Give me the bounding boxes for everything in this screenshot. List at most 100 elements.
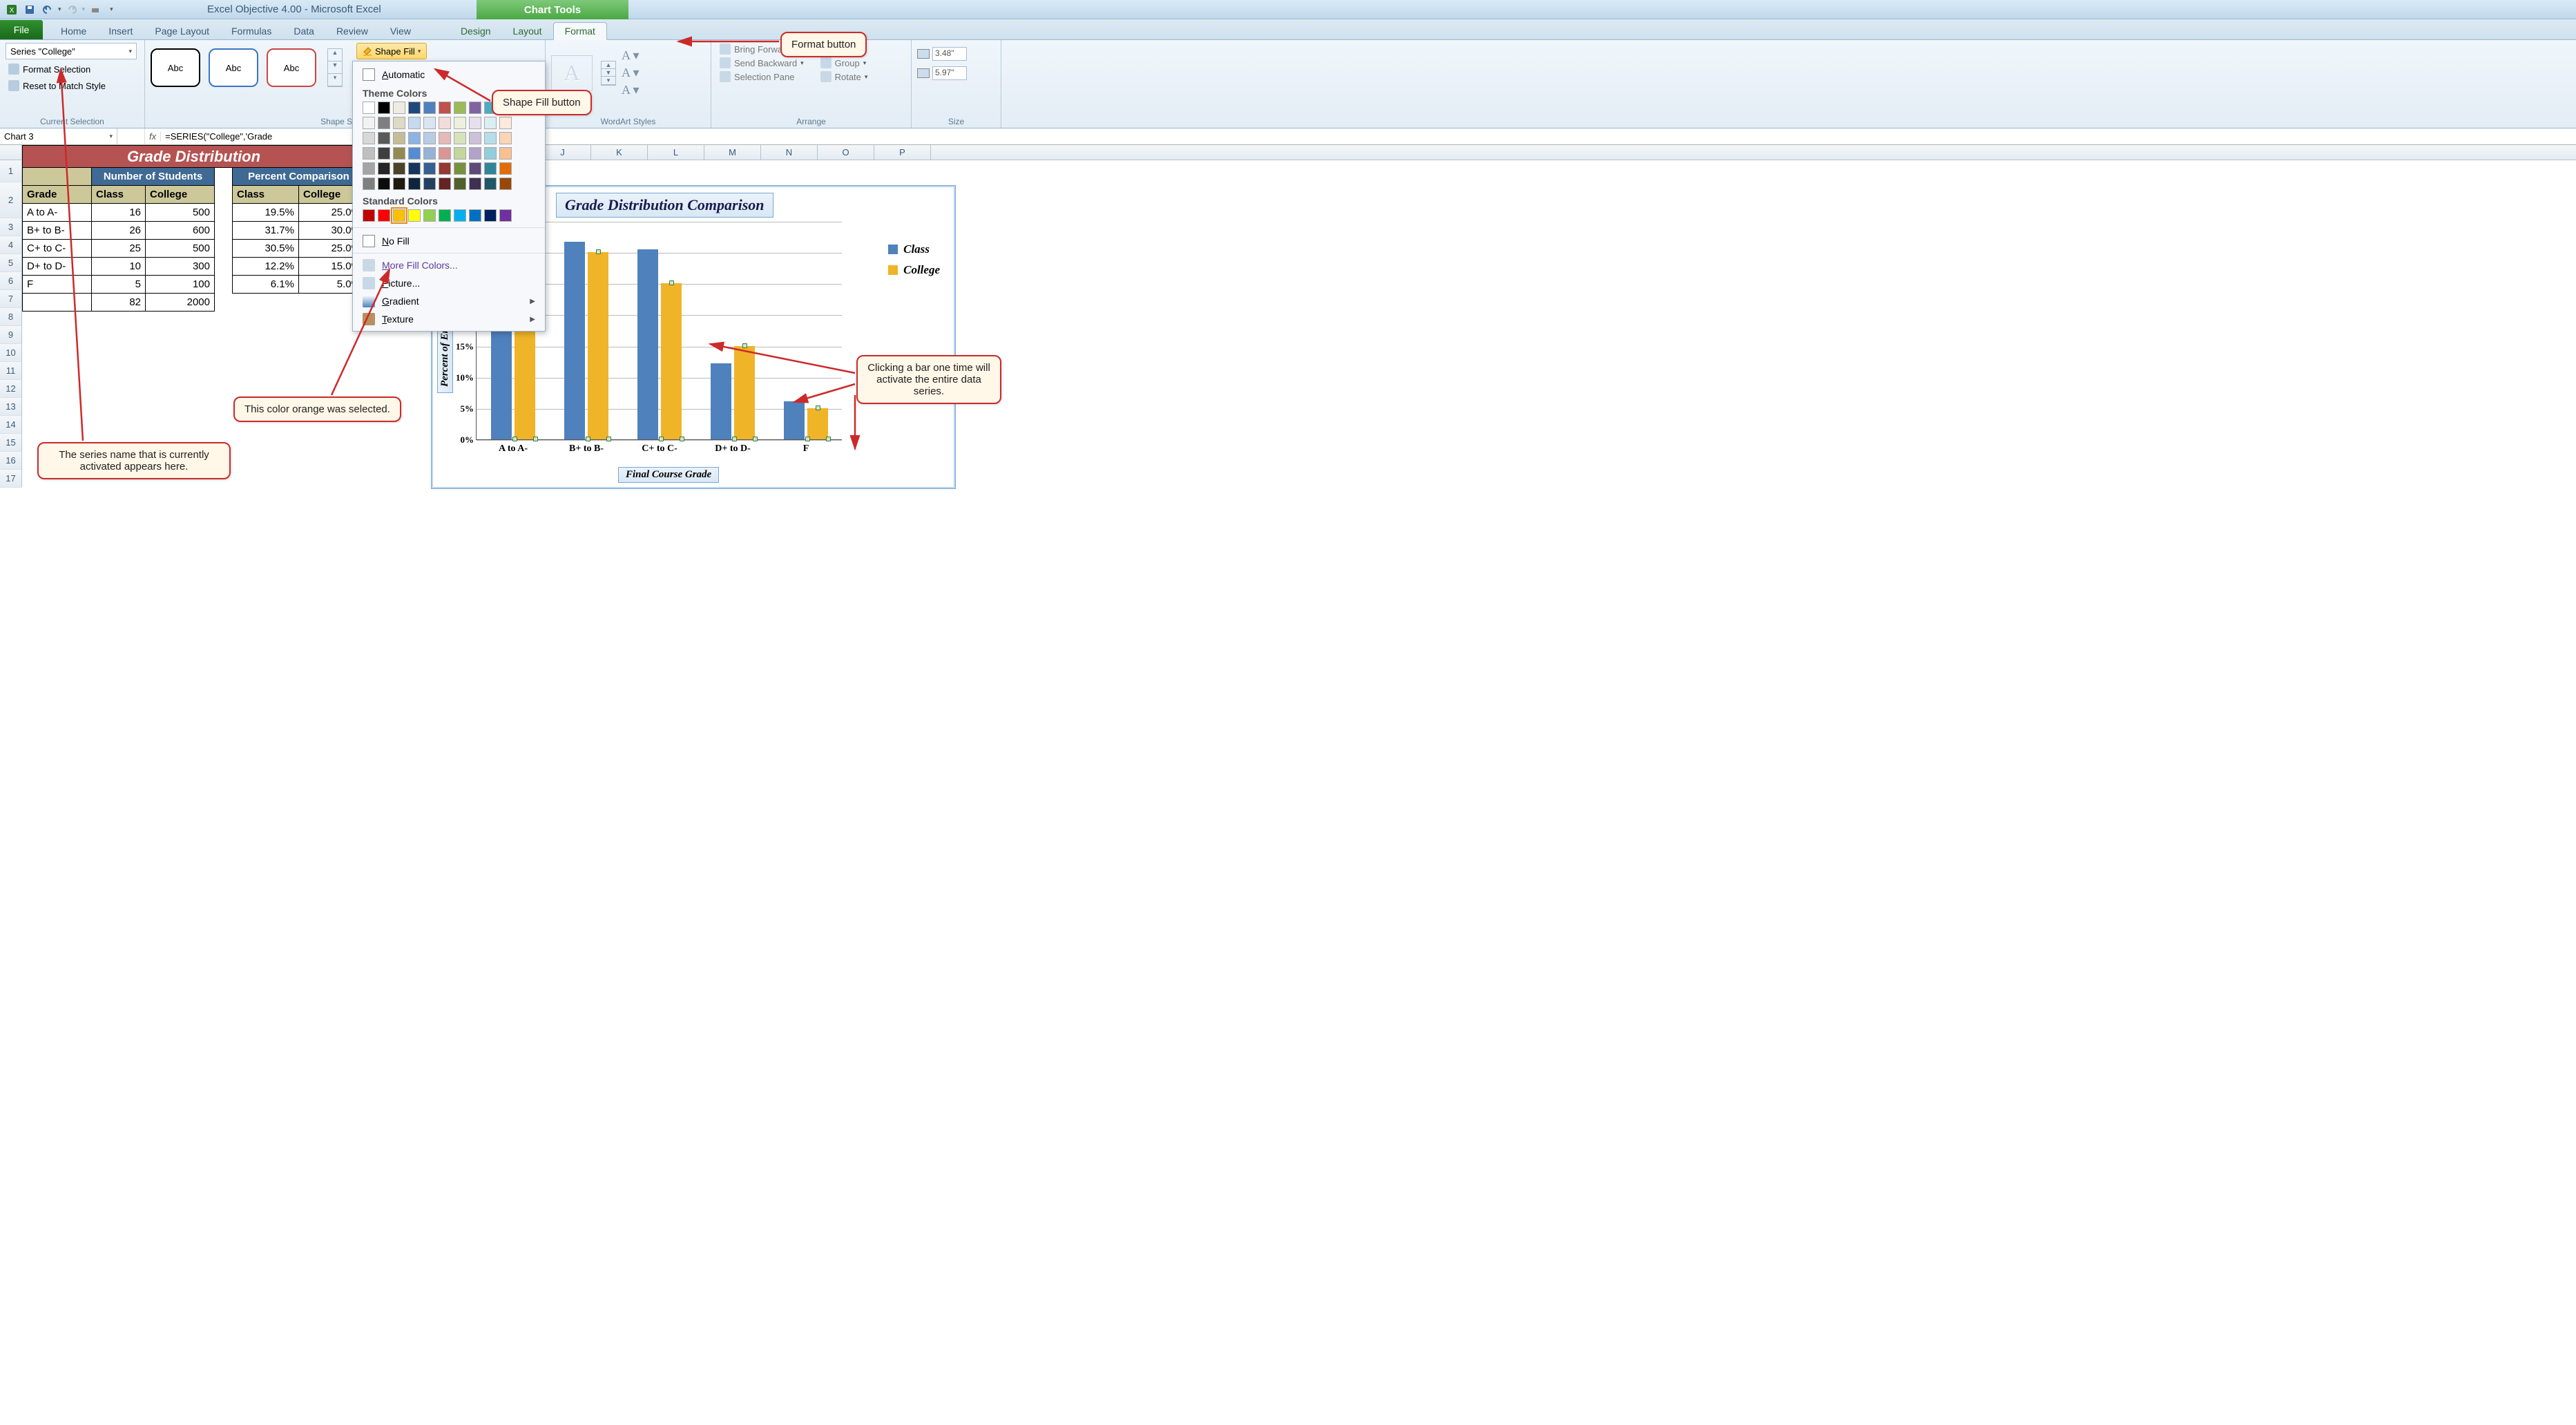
color-swatch[interactable] — [393, 102, 405, 114]
color-swatch[interactable] — [363, 162, 375, 175]
redo-more-icon[interactable]: ▾ — [82, 6, 86, 13]
color-swatch[interactable] — [393, 117, 405, 129]
fill-picture[interactable]: Picture... — [353, 274, 545, 292]
column-header-P[interactable]: P — [874, 145, 931, 160]
file-tab[interactable]: File — [0, 20, 43, 39]
row-header-3[interactable]: 3 — [0, 218, 22, 236]
column-header-M[interactable]: M — [704, 145, 761, 160]
color-swatch[interactable] — [408, 132, 421, 144]
group-button[interactable]: Group ▾ — [818, 57, 871, 69]
fx-icon[interactable]: fx — [145, 131, 161, 142]
row-header-9[interactable]: 9 — [0, 326, 22, 344]
column-header-O[interactable]: O — [818, 145, 874, 160]
print-icon[interactable] — [88, 2, 103, 17]
row-header-15[interactable]: 15 — [0, 434, 22, 452]
color-swatch[interactable] — [393, 132, 405, 144]
tab-data[interactable]: Data — [282, 23, 325, 39]
color-swatch[interactable] — [423, 162, 436, 175]
color-swatch[interactable] — [454, 147, 466, 160]
color-swatch[interactable] — [469, 132, 481, 144]
row-header-13[interactable]: 13 — [0, 398, 22, 416]
color-swatch[interactable] — [408, 117, 421, 129]
bar-class-4[interactable] — [784, 401, 805, 439]
text-outline-icon[interactable]: A ▾ — [622, 66, 640, 80]
excel-icon[interactable]: X — [4, 2, 19, 17]
color-swatch[interactable] — [393, 209, 405, 222]
rotate-button[interactable]: Rotate ▾ — [818, 70, 871, 83]
color-swatch[interactable] — [439, 117, 451, 129]
shape-style-thumb-1[interactable]: Abc — [151, 48, 200, 87]
bar-class-1[interactable] — [564, 242, 585, 439]
shape-style-thumb-2[interactable]: Abc — [209, 48, 258, 87]
color-swatch[interactable] — [423, 102, 436, 114]
format-selection-button[interactable]: Format Selection — [6, 62, 137, 76]
color-swatch[interactable] — [484, 117, 497, 129]
wordart-gallery-spinner[interactable]: ▲▼▾ — [601, 61, 616, 86]
color-swatch[interactable] — [439, 178, 451, 190]
color-swatch[interactable] — [454, 209, 466, 222]
reset-match-style-button[interactable]: Reset to Match Style — [6, 79, 137, 93]
fill-more-colors[interactable]: More Fill Colors... — [353, 256, 545, 274]
row-header-17[interactable]: 17 — [0, 470, 22, 488]
row-header-12[interactable]: 12 — [0, 380, 22, 398]
color-swatch[interactable] — [454, 117, 466, 129]
color-swatch[interactable] — [469, 147, 481, 160]
color-swatch[interactable] — [439, 209, 451, 222]
color-swatch[interactable] — [469, 178, 481, 190]
legend-item-college[interactable]: College — [888, 263, 940, 277]
save-icon[interactable] — [22, 2, 37, 17]
column-header-N[interactable]: N — [761, 145, 818, 160]
x-axis-title[interactable]: Final Course Grade — [618, 467, 719, 483]
row-header-6[interactable]: 6 — [0, 272, 22, 290]
color-swatch[interactable] — [439, 132, 451, 144]
tab-view[interactable]: View — [379, 23, 422, 39]
color-swatch[interactable] — [439, 162, 451, 175]
row-header-4[interactable]: 4 — [0, 236, 22, 254]
row-header-1[interactable]: 1 — [0, 160, 22, 182]
tab-review[interactable]: Review — [325, 23, 379, 39]
fill-texture[interactable]: Texture ▶ — [353, 310, 545, 328]
bar-class-2[interactable] — [637, 249, 658, 439]
color-swatch[interactable] — [423, 147, 436, 160]
qat-customize-icon[interactable]: ▾ — [110, 6, 113, 13]
bar-class-3[interactable] — [711, 363, 731, 439]
color-swatch[interactable] — [439, 102, 451, 114]
color-swatch[interactable] — [423, 117, 436, 129]
color-swatch[interactable] — [378, 209, 390, 222]
color-swatch[interactable] — [393, 147, 405, 160]
row-header-8[interactable]: 8 — [0, 308, 22, 326]
color-swatch[interactable] — [423, 178, 436, 190]
color-swatch[interactable] — [363, 102, 375, 114]
bar-college-1[interactable] — [588, 252, 608, 439]
row-header-14[interactable]: 14 — [0, 416, 22, 434]
color-swatch[interactable] — [378, 102, 390, 114]
send-backward-button[interactable]: Send Backward ▾ — [717, 57, 807, 69]
color-swatch[interactable] — [469, 209, 481, 222]
chart-legend[interactable]: Class College — [888, 242, 940, 284]
color-swatch[interactable] — [499, 209, 512, 222]
color-swatch[interactable] — [393, 178, 405, 190]
fill-gradient[interactable]: Gradient ▶ — [353, 292, 545, 310]
name-box[interactable]: Chart 3 ▾ — [0, 128, 117, 144]
color-swatch[interactable] — [454, 162, 466, 175]
fill-automatic[interactable]: AAutomaticutomatic — [353, 66, 545, 84]
column-header-K[interactable]: K — [591, 145, 648, 160]
color-swatch[interactable] — [454, 132, 466, 144]
tab-format[interactable]: Format — [553, 22, 607, 40]
row-header-7[interactable]: 7 — [0, 290, 22, 308]
row-header-2[interactable]: 2 — [0, 182, 22, 218]
color-swatch[interactable] — [363, 178, 375, 190]
color-swatch[interactable] — [378, 147, 390, 160]
row-header-5[interactable]: 5 — [0, 254, 22, 272]
color-swatch[interactable] — [469, 162, 481, 175]
color-swatch[interactable] — [408, 102, 421, 114]
tab-home[interactable]: Home — [50, 23, 97, 39]
color-swatch[interactable] — [423, 209, 436, 222]
tab-layout[interactable]: Layout — [502, 23, 553, 39]
color-swatch[interactable] — [378, 162, 390, 175]
chart-element-selector[interactable]: Series "College" ▾ — [6, 43, 137, 59]
color-swatch[interactable] — [484, 178, 497, 190]
tab-insert[interactable]: Insert — [97, 23, 144, 39]
text-fill-icon[interactable]: A ▾ — [622, 48, 640, 63]
row-header-16[interactable]: 16 — [0, 452, 22, 470]
